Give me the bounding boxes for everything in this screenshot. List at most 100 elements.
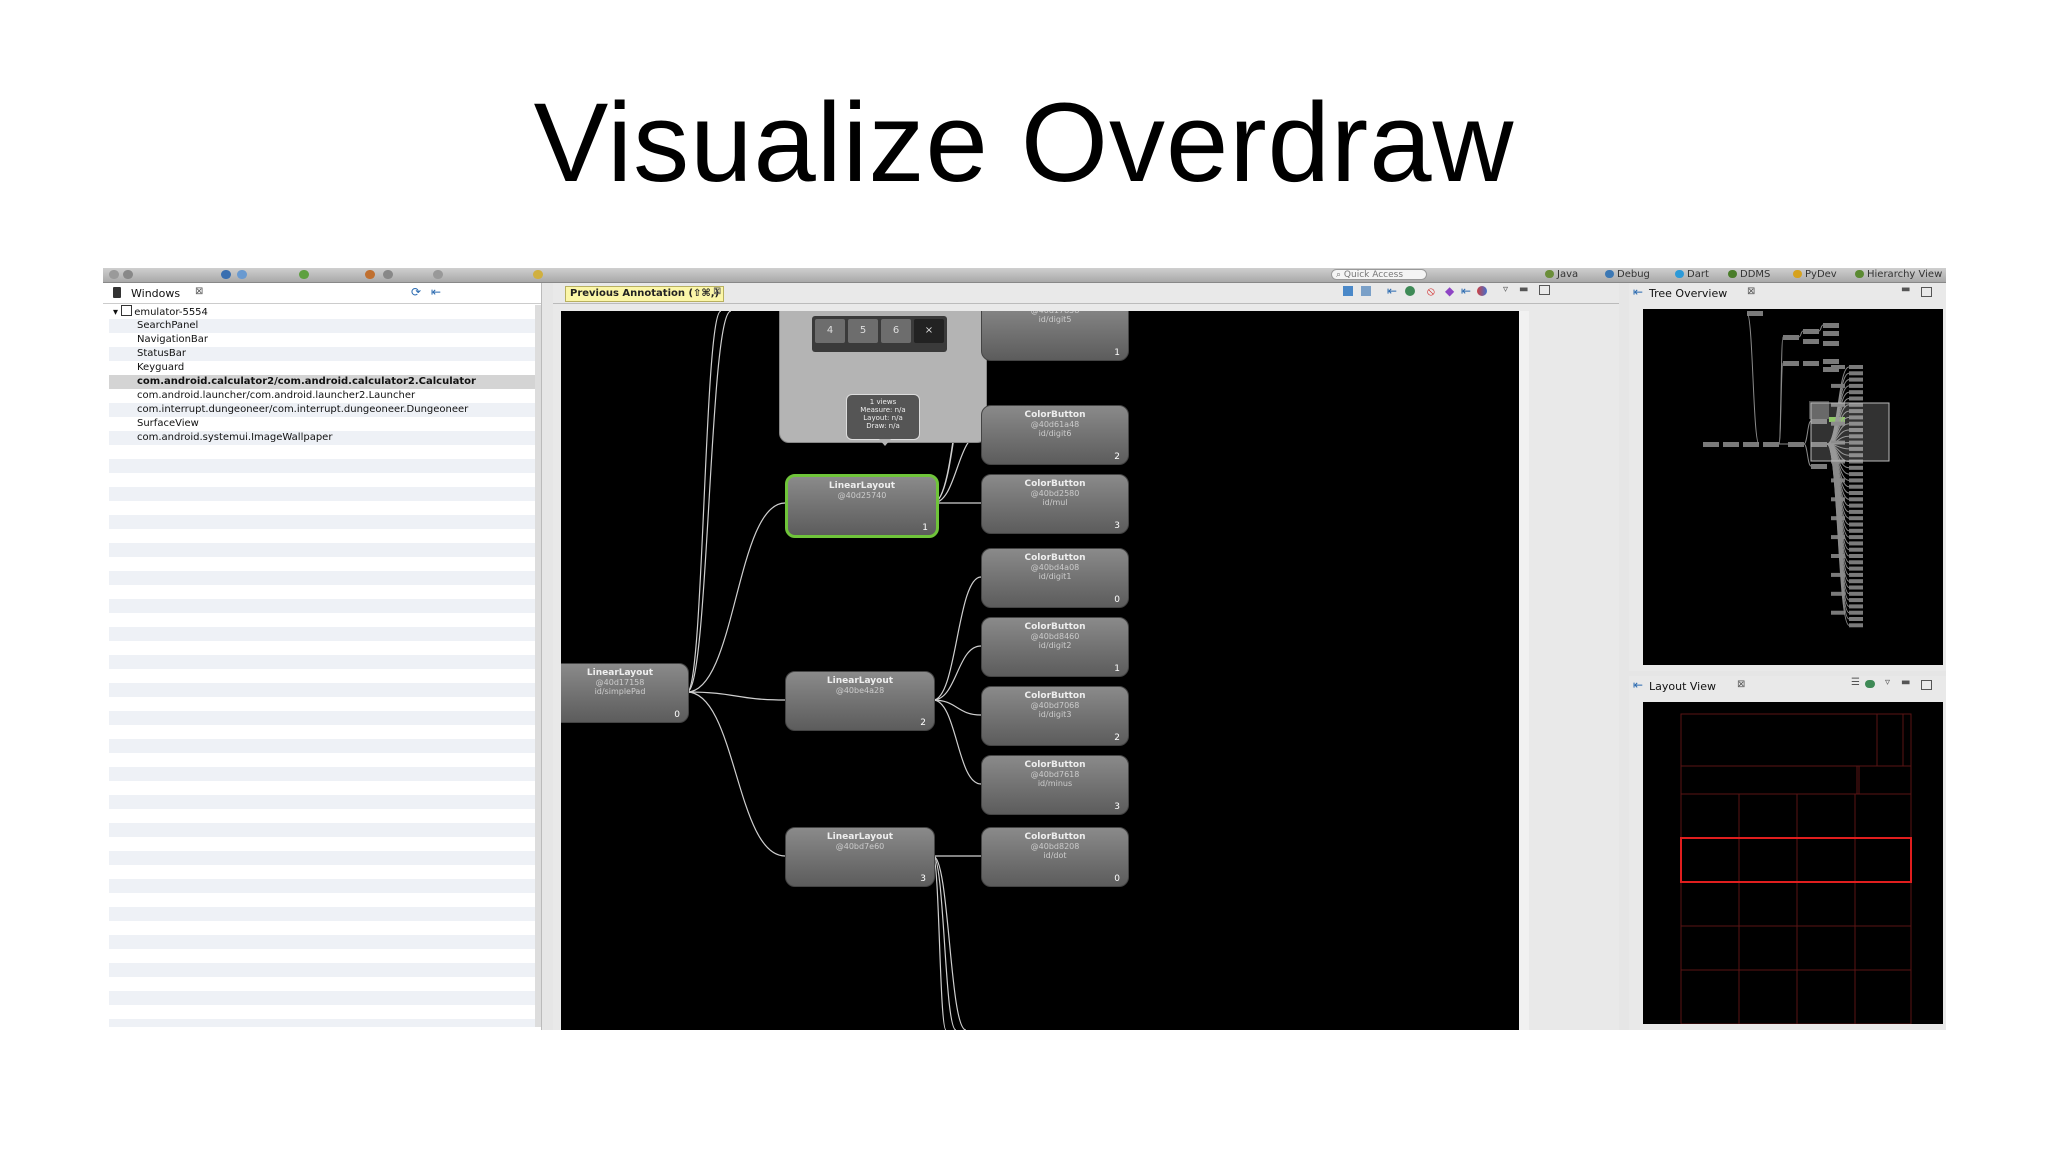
tree-node[interactable]: ColorButton @40bd8460 id/digit2 1 [981,617,1129,677]
tree-node[interactable]: LinearLayout @40d25740 1 [785,474,939,538]
window-list-item[interactable]: com.android.launcher/com.android.launche… [109,389,535,403]
display-view-icon[interactable] [1405,286,1415,296]
profile-nodes-icon[interactable] [1477,286,1487,296]
tooltip-line: Measure: n/a [860,406,906,414]
window-list-item[interactable]: NavigationBar [109,333,535,347]
minimize-icon[interactable]: ▬ [1901,284,1910,295]
window-list-item[interactable]: SearchPanel [109,319,535,333]
tree-view-scrollbar[interactable] [1519,311,1529,1030]
node-index: 1 [1114,664,1120,674]
window-list-item[interactable]: com.android.systemui.ImageWallpaper [109,431,535,445]
toolbar-icon[interactable] [533,270,543,279]
node-index: 3 [1114,521,1120,531]
overview-node [1823,341,1839,346]
window-list-item[interactable]: com.interrupt.dungeoneer/com.interrupt.d… [109,403,535,417]
quick-access-input[interactable]: ⌕ Quick Access [1331,269,1427,280]
toolbar-icon[interactable] [237,270,247,279]
toolbar-icon[interactable] [221,270,231,279]
view-menu-icon[interactable]: ▿ [1503,284,1508,295]
window-list-item[interactable]: Keyguard [109,361,535,375]
window-list-label: com.interrupt.dungeoneer/com.interrupt.d… [137,404,469,415]
close-icon[interactable]: ⊠ [1747,286,1755,297]
close-icon[interactable]: ⊠ [1737,679,1745,690]
close-icon[interactable]: ⊠ [195,286,203,297]
tree-node[interactable]: ColorButton @40bd2580 id/mul 3 [981,474,1129,534]
toolbar-icon[interactable] [433,270,443,279]
toolbar-icon[interactable] [299,270,309,279]
window-list-item[interactable]: com.android.calculator2/com.android.calc… [109,375,535,389]
overview-node [1849,478,1863,483]
request-layout-icon[interactable]: ◆ [1445,284,1454,298]
expand-arrow-icon[interactable]: ▾ [113,307,121,318]
overview-viewport[interactable] [1810,402,1890,462]
node-index: 3 [1114,802,1120,812]
node-hash: @40bd8208 [1030,842,1080,851]
minimize-icon[interactable]: ▬ [1519,284,1528,295]
tree-node[interactable]: ColorButton @40d61a48 id/digit6 2 [981,405,1129,465]
tree-node[interactable]: LinearLayout @40bd7e60 3 [785,827,935,887]
tree-overview-canvas[interactable] [1643,309,1943,665]
toolbar-icon[interactable] [365,270,375,279]
perspective-button[interactable]: Debug [1605,268,1650,282]
dump-display-list-icon[interactable]: ⇤ [1461,284,1471,298]
perspective-button[interactable]: DDMS [1728,268,1770,282]
toolbar-icon[interactable] [383,270,393,279]
toggle-extras-icon[interactable]: ☰ [1851,677,1860,688]
node-hash: @40bd7e60 [835,842,885,851]
toolbar-icon[interactable] [123,270,133,279]
overview-node [1831,610,1845,615]
perspective-button[interactable]: Java [1545,268,1578,282]
windows-scrollbar[interactable] [535,305,541,1027]
tree-node[interactable]: @40d17858id/digit51 [981,311,1129,361]
keypad-key: 4 [815,319,845,343]
perspective-icon [1675,270,1684,278]
perspective-button[interactable]: Hierarchy View [1855,268,1942,282]
layout-view-rect [1680,793,1740,839]
layout-view-canvas[interactable] [1643,702,1943,1024]
window-list-item[interactable]: StatusBar [109,347,535,361]
node-class-name: LinearLayout [828,481,896,491]
layout-view-rect [1854,881,1912,927]
tree-node[interactable]: ColorButton @40bd7068 id/digit3 2 [981,686,1129,746]
layout-view-tab-label[interactable]: Layout View [1649,680,1716,693]
device-icon [121,305,133,316]
tree-node[interactable]: LinearLayout @40be4a28 2 [785,671,935,731]
tree-view-canvas[interactable]: 4 5 6 × 1 views Measure: n/a Layout: n/a Draw:… [561,311,1519,1030]
search-icon: ⌕ [1336,270,1344,280]
maximize-icon[interactable] [1921,287,1932,297]
windows-tab-label[interactable]: Windows [131,287,180,300]
node-class-name: ColorButton [1024,760,1086,770]
perspective-button[interactable]: PyDev [1793,268,1837,282]
toolbar-icon[interactable] [109,270,119,279]
view-menu-icon[interactable]: ▿ [1885,677,1890,688]
close-icon[interactable]: ⊠ [713,286,721,297]
tree-node[interactable]: ColorButton @40bd7618 id/minus 3 [981,755,1129,815]
minimize-icon[interactable]: ▬ [1901,677,1910,688]
overview-node [1823,359,1839,364]
perspective-button[interactable]: Dart [1675,268,1709,282]
node-hash: @40bd2580 [1030,489,1080,498]
load-view-icon[interactable]: ⇤ [1387,284,1397,298]
node-hash: @40bd7068 [1030,701,1080,710]
overview-node [1849,617,1863,621]
photoshop-export-icon[interactable] [1361,286,1371,296]
tree-node[interactable]: LinearLayout @40d17158 id/simplePad 0 [561,663,689,723]
maximize-icon[interactable] [1921,680,1932,690]
node-index: 3 [920,874,926,884]
tree-node[interactable]: ColorButton @40bd8208 id/dot 0 [981,827,1129,887]
invalidate-layout-icon[interactable]: ⦸ [1427,284,1435,299]
save-png-icon[interactable] [1343,286,1353,296]
perspective-icon [1728,270,1737,278]
load-overlay-icon[interactable] [1865,680,1875,688]
refresh-icon[interactable]: ⟳ [411,285,421,299]
window-list-item[interactable]: SurfaceView [109,417,535,431]
overview-node [1849,371,1863,376]
window-list-item[interactable]: ▾ emulator-5554 [109,305,535,319]
overview-node [1849,509,1863,514]
maximize-icon[interactable] [1539,285,1550,295]
load-hierarchy-icon[interactable]: ⇤ [431,285,441,299]
overview-node [1849,484,1863,489]
main-toolbar: ⌕ Quick Access Java Debug Dart DDMS PyDev Hie… [103,268,1946,283]
tree-node[interactable]: ColorButton @40bd4a08 id/digit1 0 [981,548,1129,608]
tree-overview-tab-label[interactable]: Tree Overview [1649,287,1727,300]
